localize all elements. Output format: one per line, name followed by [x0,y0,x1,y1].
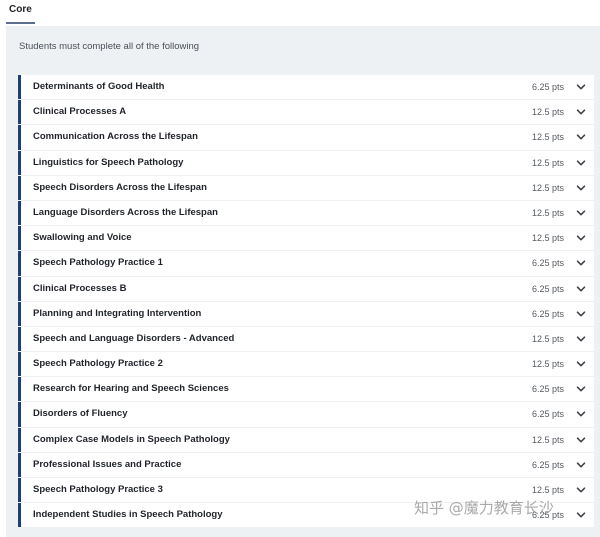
unit-list: Determinants of Good Health 6.25 pts Clini… [18,75,594,528]
unit-points: 6.25 pts [531,409,564,420]
unit-points: 6.25 pts [531,384,564,395]
chevron-down-icon[interactable] [576,258,586,268]
chevron-down-icon[interactable] [576,460,586,470]
unit-title: Complex Case Models in Speech Pathology [33,433,230,445]
unit-title: Independent Studies in Speech Pathology [33,509,223,521]
unit-row[interactable]: Professional Issues and Practice 6.25 pts [18,452,594,477]
chevron-down-icon[interactable] [576,82,586,92]
unit-title: Professional Issues and Practice [33,458,182,470]
unit-title: Research for Hearing and Speech Sciences [33,383,229,395]
unit-row[interactable]: Swallowing and Voice 12.5 pts [18,226,594,251]
unit-row[interactable]: Speech Disorders Across the Lifespan 12.5… [18,175,594,200]
chevron-down-icon[interactable] [576,233,586,243]
unit-title: Speech Pathology Practice 3 [33,484,163,495]
unit-points: 12.5 pts [531,132,564,143]
unit-points: 12.5 pts [531,107,564,118]
unit-title: Communication Across the Lifespan [33,131,198,143]
unit-row[interactable]: Speech Pathology Practice 1 6.25 pts [18,251,594,276]
unit-row[interactable]: Determinants of Good Health 6.25 pts [18,75,594,100]
unit-points: 12.5 pts [531,434,564,445]
unit-title: Clinical Processes B [33,282,127,294]
unit-row[interactable]: Speech Pathology Practice 2 12.5 pts [18,352,594,377]
unit-title: Linguistics for Speech Pathology [33,156,184,168]
unit-row[interactable]: Linguistics for Speech Pathology 12.5 pts [18,150,594,175]
unit-points: 6.25 pts [531,258,564,269]
chevron-down-icon[interactable] [576,183,586,193]
unit-title: Language Disorders Across the Lifespan [33,206,218,218]
unit-row[interactable]: Complex Case Models in Speech Pathology 1… [18,427,594,452]
chevron-down-icon[interactable] [576,334,586,344]
watermark: 知乎 @魔力教育长沙 [414,499,554,517]
chevron-down-icon[interactable] [576,158,586,168]
chevron-down-icon[interactable] [576,435,586,445]
chevron-down-icon[interactable] [576,309,586,319]
unit-title: Speech and Language Disorders - Advanced [33,332,235,344]
unit-points: 12.5 pts [531,359,564,370]
unit-points: 12.5 pts [531,333,564,344]
unit-points: 6.25 pts [531,459,564,470]
unit-title: Swallowing and Voice [33,232,132,244]
core-units-panel: Students must complete all of the follow… [6,26,600,537]
unit-row[interactable]: Planning and Integrating Intervention 6.2… [18,301,594,326]
unit-row[interactable]: Language Disorders Across the Lifespan 12… [18,200,594,226]
unit-row[interactable]: Clinical Processes B 6.25 pts [18,276,594,301]
unit-row[interactable]: Research for Hearing and Speech Sciences… [18,377,594,402]
unit-points: 12.5 pts [531,233,564,244]
chevron-down-icon[interactable] [576,485,586,495]
chevron-down-icon[interactable] [576,132,586,142]
unit-title: Disorders of Fluency [33,408,128,420]
unit-row[interactable]: Speech and Language Disorders - Advanced… [18,326,594,352]
chevron-down-icon[interactable] [576,510,586,520]
chevron-down-icon[interactable] [576,208,586,218]
unit-title: Speech Pathology Practice 1 [33,257,163,269]
chevron-down-icon[interactable] [576,107,586,117]
unit-points: 12.5 pts [531,182,564,193]
unit-row[interactable]: Clinical Processes A 12.5 pts [18,100,594,125]
unit-title: Determinants of Good Health [33,81,165,92]
unit-points: 6.25 pts [531,283,564,294]
unit-points: 12.5 pts [531,207,564,218]
unit-points: 6.25 pts [531,308,564,319]
chevron-down-icon[interactable] [576,359,586,369]
unit-points: 12.5 pts [531,157,564,168]
unit-title: Speech Pathology Practice 2 [33,358,163,370]
unit-title: Clinical Processes A [33,106,127,118]
tab-bar: Core [0,0,600,26]
chevron-down-icon[interactable] [576,284,586,294]
chevron-down-icon[interactable] [576,384,586,394]
tab-core[interactable]: Core [6,0,35,24]
unit-title: Planning and Integrating Intervention [33,307,202,319]
unit-row[interactable]: Disorders of Fluency 6.25 pts [18,402,594,427]
chevron-down-icon[interactable] [576,409,586,419]
unit-points: 6.25 pts [531,82,564,92]
unit-row[interactable]: Communication Across the Lifespan 12.5 pt… [18,125,594,150]
requirement-description: Students must complete all of the follow… [19,41,200,52]
unit-title: Speech Disorders Across the Lifespan [33,181,207,193]
